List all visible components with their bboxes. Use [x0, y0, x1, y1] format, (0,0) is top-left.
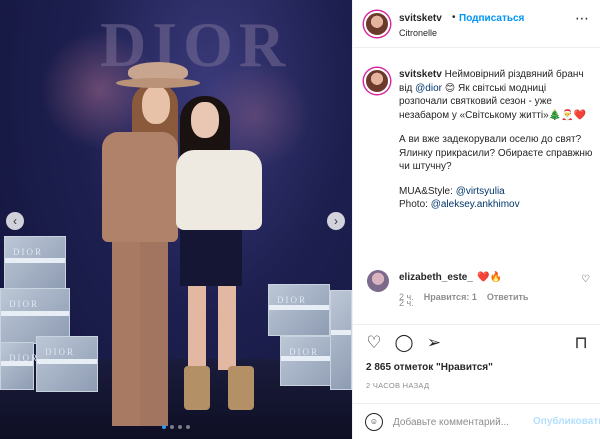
- person-right-boot: [228, 366, 254, 410]
- photographer-handle-link[interactable]: @aleksey.ankhimov: [431, 199, 520, 210]
- caption-text: svitsketv Неймовірний різдвяний бранч ві…: [399, 68, 595, 212]
- caption-paragraph: А ви вже задекорували оселю до свят? Яли…: [399, 134, 593, 172]
- emoji-icon[interactable]: ☺: [365, 413, 383, 431]
- follow-button[interactable]: Подписаться: [459, 13, 524, 24]
- person-left-hat-brim: [116, 78, 200, 88]
- location-link[interactable]: Citronelle: [399, 28, 437, 38]
- comment-meta: 2 ч. Нравится: 1 Ответить: [399, 292, 528, 302]
- gift-box: [330, 290, 352, 390]
- likes-count[interactable]: 2 865 отметок "Нравится": [366, 362, 493, 373]
- share-send-icon[interactable]: ➢: [424, 333, 444, 353]
- post-photo[interactable]: DIOR DIOR DIOR DIOR DIOR DIOR DIOR ‹ ›: [0, 0, 352, 439]
- comment-like-icon[interactable]: ♡: [581, 274, 590, 285]
- separator-dot: •: [452, 12, 456, 23]
- save-bookmark-icon[interactable]: ⊓: [571, 333, 591, 353]
- comment-bubble-icon[interactable]: ◯: [394, 333, 414, 353]
- gift-box: DIOR: [4, 236, 66, 290]
- comment-likes-link[interactable]: Нравится: 1: [424, 292, 477, 302]
- person-right-sweater: [176, 150, 262, 230]
- publish-button[interactable]: Опубликовать: [533, 416, 600, 427]
- next-photo-button[interactable]: ›: [327, 212, 345, 230]
- carousel-dot: [186, 425, 190, 429]
- comment-input[interactable]: [393, 413, 533, 431]
- carousel-dot: [162, 425, 166, 429]
- person-left-trousers: [112, 236, 140, 426]
- person-right-skirt: [180, 226, 242, 286]
- credits: MUA&Style: @virtsyulia Photo: @aleksey.an…: [399, 185, 595, 212]
- person-left-face: [142, 86, 170, 124]
- comment-text: ❤️🔥: [477, 272, 502, 283]
- comment-time: 2 ч.: [399, 292, 414, 302]
- author-avatar[interactable]: [364, 11, 390, 37]
- person-right-face: [191, 102, 219, 138]
- person-right-leg: [218, 284, 236, 370]
- person-left-blazer: [102, 132, 178, 242]
- carousel-dot: [178, 425, 182, 429]
- person-right-boot: [184, 366, 210, 410]
- prev-photo-button[interactable]: ‹: [6, 212, 24, 230]
- commenter-username[interactable]: elizabeth_este_: [399, 272, 473, 283]
- gift-box: DIOR: [36, 336, 98, 392]
- reply-button[interactable]: Ответить: [487, 292, 529, 302]
- more-options-icon[interactable]: ⋯: [575, 10, 590, 27]
- photo-label: Photo:: [399, 199, 431, 210]
- mua-label: MUA&Style:: [399, 185, 456, 197]
- post-actions: ♡ ◯ ➢ ⊓: [353, 324, 600, 360]
- gift-box: DIOR: [268, 284, 330, 336]
- person-left-trousers: [140, 236, 168, 426]
- like-heart-icon[interactable]: ♡: [364, 333, 384, 353]
- caption-username[interactable]: svitsketv: [399, 69, 442, 80]
- post-side-panel: svitsketv • Подписаться Citronelle ⋯ svi…: [352, 0, 600, 439]
- carousel-dot: [170, 425, 174, 429]
- caption-avatar[interactable]: [364, 68, 390, 94]
- post-header: svitsketv • Подписаться Citronelle ⋯: [353, 0, 600, 48]
- person-right-leg: [188, 284, 206, 370]
- mention-dior-link[interactable]: @dior: [415, 83, 442, 94]
- mua-handle-link[interactable]: @virtsyulia: [456, 186, 505, 197]
- add-comment-bar: ☺ Опубликовать: [353, 403, 600, 439]
- posted-time: 2 ЧАСОВ НАЗАД: [366, 381, 430, 390]
- commenter-avatar[interactable]: [367, 270, 389, 292]
- gift-box: DIOR: [0, 342, 37, 390]
- author-username[interactable]: svitsketv: [399, 13, 442, 24]
- carousel-indicator: [162, 425, 190, 429]
